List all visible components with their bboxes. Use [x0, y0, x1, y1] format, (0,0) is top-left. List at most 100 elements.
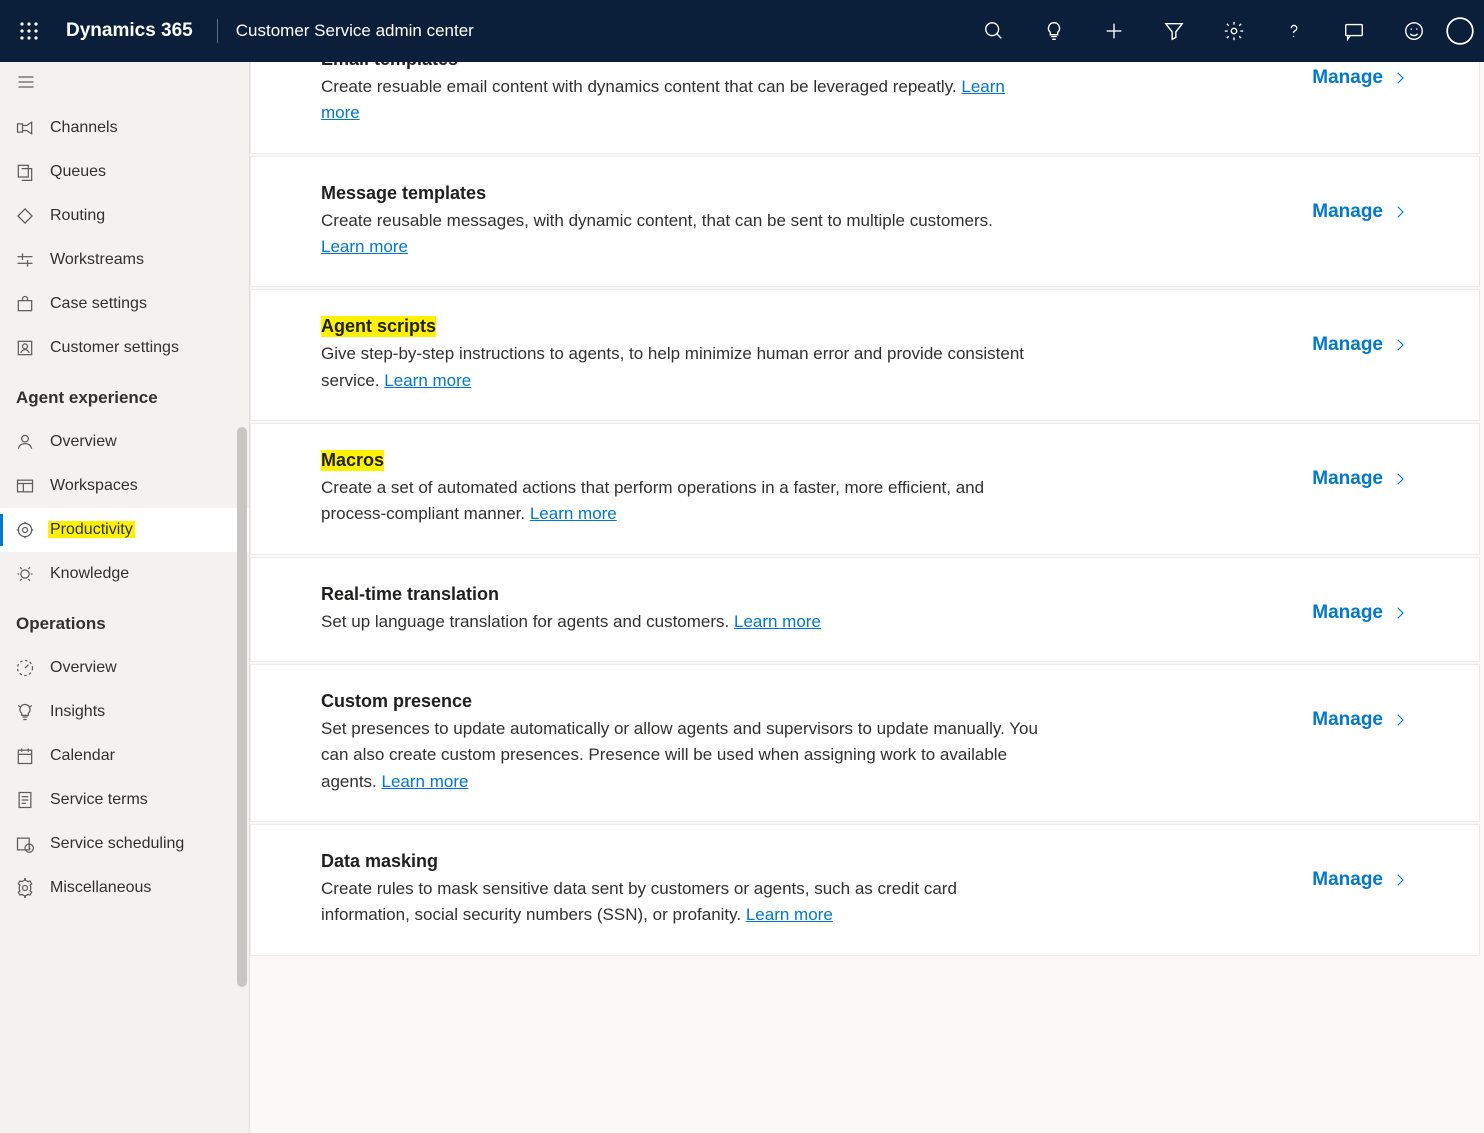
- sidebar-scrollbar[interactable]: [237, 427, 247, 987]
- nav-item-case-settings[interactable]: Case settings: [0, 282, 249, 326]
- nav-item-overview[interactable]: Overview: [0, 420, 249, 464]
- card-description: Give step-by-step instructions to agents…: [321, 341, 1041, 394]
- divider: [217, 19, 218, 43]
- hamburger-button[interactable]: [16, 72, 36, 97]
- chevron-right-icon: [1391, 711, 1409, 729]
- chevron-right-icon: [1391, 871, 1409, 889]
- chat-button[interactable]: [1324, 0, 1384, 62]
- settings-button[interactable]: [1204, 0, 1264, 62]
- card-description: Create resuable email content with dynam…: [321, 74, 1041, 127]
- setting-card-email-templates: Email templates Create resuable email con…: [250, 62, 1480, 154]
- card-description: Set up language translation for agents a…: [321, 609, 1041, 635]
- emoji-button[interactable]: [1384, 0, 1444, 62]
- app-launcher-button[interactable]: [0, 0, 58, 62]
- learn-more-link[interactable]: Learn more: [321, 237, 408, 256]
- nav-item-knowledge[interactable]: Knowledge: [0, 552, 249, 596]
- nav-item-service-terms[interactable]: Service terms: [0, 778, 249, 822]
- search-button[interactable]: [964, 0, 1024, 62]
- smiley-icon: [1403, 20, 1425, 42]
- search-icon: [983, 20, 1005, 42]
- manage-button[interactable]: Manage: [1312, 691, 1409, 731]
- chevron-right-icon: [1391, 470, 1409, 488]
- nav-item-service-scheduling[interactable]: Service scheduling: [0, 822, 249, 866]
- nav-label: Case settings: [50, 295, 147, 313]
- manage-label: Manage: [1312, 201, 1383, 223]
- learn-more-link[interactable]: Learn more: [384, 371, 471, 390]
- channels-icon: [14, 117, 36, 139]
- terms-icon: [14, 789, 36, 811]
- card-title: Custom presence: [321, 691, 472, 712]
- chevron-right-icon: [1391, 604, 1409, 622]
- card-title: Email templates: [321, 62, 458, 70]
- main-content: Email templates Create resuable email con…: [250, 62, 1484, 1133]
- learn-more-link[interactable]: Learn more: [530, 504, 617, 523]
- card-title: Macros: [321, 450, 384, 471]
- manage-button[interactable]: Manage: [1312, 450, 1409, 490]
- learn-more-link[interactable]: Learn more: [382, 772, 469, 791]
- insights-icon: [14, 701, 36, 723]
- card-title: Message templates: [321, 183, 486, 204]
- nav-item-overview[interactable]: Overview: [0, 646, 249, 690]
- account-button[interactable]: [1444, 0, 1476, 62]
- section-operations: Operations: [0, 596, 249, 646]
- nav-item-workspaces[interactable]: Workspaces: [0, 464, 249, 508]
- productivity-icon: [14, 519, 36, 541]
- nav-label: Customer settings: [50, 339, 179, 357]
- nav-item-insights[interactable]: Insights: [0, 690, 249, 734]
- learn-more-link[interactable]: Learn more: [746, 905, 833, 924]
- nav-label: Channels: [50, 119, 118, 137]
- manage-label: Manage: [1312, 602, 1383, 624]
- manage-label: Manage: [1312, 468, 1383, 490]
- setting-card-custom-presence: Custom presenceSet presences to update a…: [250, 664, 1480, 822]
- top-bar: Dynamics 365 Customer Service admin cent…: [0, 0, 1484, 62]
- funnel-icon: [1163, 20, 1185, 42]
- nav-label: Workstreams: [50, 251, 144, 269]
- lightbulb-icon: [1043, 20, 1065, 42]
- nav-item-customer-settings[interactable]: Customer settings: [0, 326, 249, 370]
- nav-label: Routing: [50, 207, 105, 225]
- nav-item-productivity[interactable]: Productivity: [0, 508, 249, 552]
- chevron-right-icon: [1391, 203, 1409, 221]
- workstreams-icon: [14, 249, 36, 271]
- manage-button[interactable]: Manage: [1312, 62, 1409, 89]
- nav-label: Insights: [50, 703, 105, 721]
- add-button[interactable]: [1084, 0, 1144, 62]
- nav-item-workstreams[interactable]: Workstreams: [0, 238, 249, 282]
- manage-label: Manage: [1312, 334, 1383, 356]
- nav-label: Workspaces: [50, 477, 138, 495]
- lightbulb-button[interactable]: [1024, 0, 1084, 62]
- plus-icon: [1103, 20, 1125, 42]
- brand-name[interactable]: Dynamics 365: [58, 20, 213, 42]
- nav-label: Service scheduling: [50, 835, 184, 853]
- manage-label: Manage: [1312, 67, 1383, 89]
- workspaces-icon: [14, 475, 36, 497]
- setting-card-macros: MacrosCreate a set of automated actions …: [250, 423, 1480, 555]
- knowledge-icon: [14, 563, 36, 585]
- manage-label: Manage: [1312, 709, 1383, 731]
- nav-item-queues[interactable]: Queues: [0, 150, 249, 194]
- manage-button[interactable]: Manage: [1312, 183, 1409, 223]
- manage-button[interactable]: Manage: [1312, 851, 1409, 891]
- card-description: Create reusable messages, with dynamic c…: [321, 208, 1041, 261]
- nav-label: Calendar: [50, 747, 115, 765]
- case-icon: [14, 293, 36, 315]
- chevron-right-icon: [1391, 336, 1409, 354]
- chat-icon: [1343, 20, 1365, 42]
- nav-item-routing[interactable]: Routing: [0, 194, 249, 238]
- manage-button[interactable]: Manage: [1312, 316, 1409, 356]
- learn-more-link[interactable]: Learn more: [734, 612, 821, 631]
- nav-item-calendar[interactable]: Calendar: [0, 734, 249, 778]
- misc-icon: [14, 877, 36, 899]
- nav-item-channels[interactable]: Channels: [0, 106, 249, 150]
- avatar-circle-icon: [1446, 17, 1474, 45]
- help-button[interactable]: [1264, 0, 1324, 62]
- app-subtitle: Customer Service admin center: [236, 21, 474, 41]
- nav-label: Queues: [50, 163, 106, 181]
- sidebar: Channels Queues Routing Workstreams Case set…: [0, 62, 250, 1133]
- manage-button[interactable]: Manage: [1312, 584, 1409, 624]
- nav-label: Overview: [50, 433, 117, 451]
- nav-label: Knowledge: [50, 565, 129, 583]
- card-description: Create rules to mask sensitive data sent…: [321, 876, 1041, 929]
- nav-item-miscellaneous[interactable]: Miscellaneous: [0, 866, 249, 910]
- filter-button[interactable]: [1144, 0, 1204, 62]
